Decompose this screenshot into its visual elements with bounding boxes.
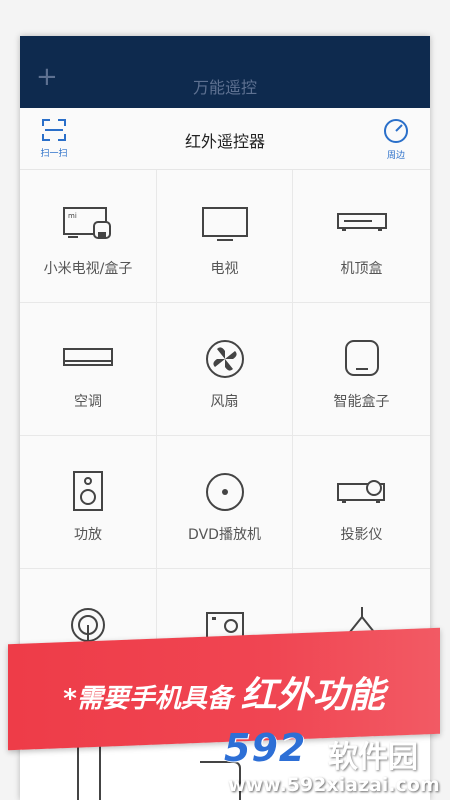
tv-icon xyxy=(201,207,248,241)
banner-prefix: *需要手机具备 xyxy=(63,684,233,714)
device-projector[interactable]: 投影仪 xyxy=(293,436,430,569)
site-watermark: 592 软件园 www.592xiazai.com xyxy=(224,718,450,800)
device-label: 空调 xyxy=(74,394,102,410)
device-label: 机顶盒 xyxy=(340,261,383,277)
device-label: 投影仪 xyxy=(340,527,383,543)
sub-header: 扫一扫 红外遥控器 周边 xyxy=(20,108,430,170)
device-grid: mi 小米电视/盒子 电视 机顶盒 空调 风扇 智能盒子 功放 DVD播放机 投… xyxy=(20,170,430,702)
projector-icon xyxy=(336,480,385,503)
svg-text:mi: mi xyxy=(68,212,77,220)
device-label: DVD播放机 xyxy=(188,527,261,543)
device-label: 电视 xyxy=(210,261,239,277)
mi-tv-box-icon: mi xyxy=(63,207,111,239)
amplifier-icon xyxy=(73,471,103,511)
device-fan[interactable]: 风扇 xyxy=(157,303,293,436)
device-tv[interactable]: 电视 xyxy=(157,170,293,303)
device-amplifier[interactable]: 功放 xyxy=(20,436,157,569)
watermark-logo: 592 xyxy=(224,726,307,770)
page-title: 红外遥控器 xyxy=(184,132,265,151)
fan-icon xyxy=(205,340,244,378)
device-label: 智能盒子 xyxy=(333,394,390,410)
compass-icon xyxy=(384,119,408,143)
device-label: 小米电视/盒子 xyxy=(43,261,133,277)
device-label: 风扇 xyxy=(210,394,239,410)
nearby-label: 周边 xyxy=(386,151,405,161)
device-air-conditioner[interactable]: 空调 xyxy=(20,303,157,436)
banner-emphasis: 红外功能 xyxy=(240,675,385,716)
device-smart-box[interactable]: 智能盒子 xyxy=(293,303,430,436)
smart-box-icon xyxy=(344,340,379,376)
device-dvd-player[interactable]: DVD播放机 xyxy=(157,436,293,569)
nearby-button[interactable]: 周边 xyxy=(374,118,418,161)
air-conditioner-icon xyxy=(63,348,113,366)
title-bar: + 万能遥控 xyxy=(20,36,430,108)
dvd-player-icon xyxy=(205,473,244,511)
set-top-box-icon xyxy=(336,213,387,231)
watermark-url: www.592xiazai.com xyxy=(228,774,440,796)
app-title: 万能遥控 xyxy=(192,78,257,97)
device-mi-tv-box[interactable]: mi 小米电视/盒子 xyxy=(20,170,157,303)
watermark-name: 软件园 xyxy=(328,740,418,775)
device-set-top-box[interactable]: 机顶盒 xyxy=(293,170,430,303)
device-label: 功放 xyxy=(74,527,102,543)
